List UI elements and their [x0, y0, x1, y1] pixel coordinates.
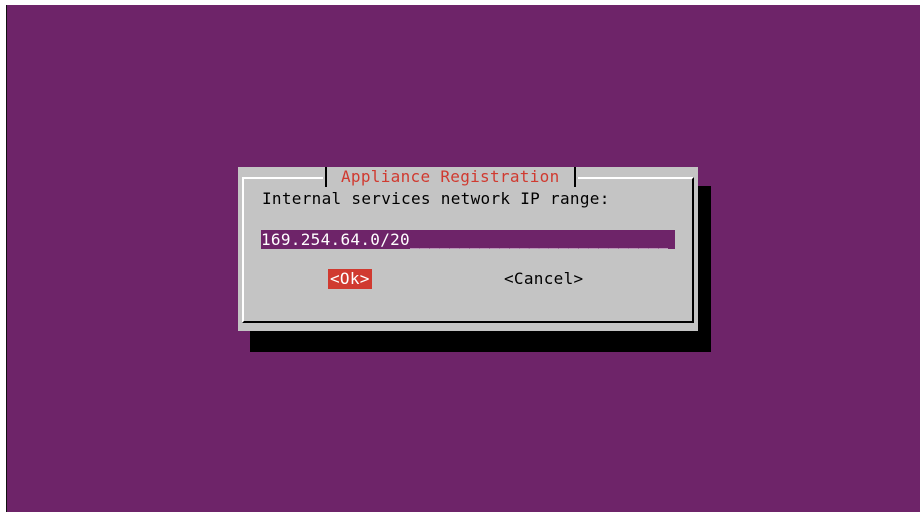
- input-fill: __________________________: [410, 230, 669, 249]
- title-right-cap: [573, 167, 576, 187]
- appliance-registration-dialog: Appliance Registration Internal services…: [238, 167, 698, 331]
- dialog-title-bar: Appliance Registration: [323, 167, 578, 187]
- dialog-title: Appliance Registration: [341, 167, 560, 186]
- ip-range-value: 169.254.64.0/20: [261, 230, 410, 249]
- input-prompt-label: Internal services network IP range:: [262, 189, 610, 208]
- ok-button[interactable]: <Ok>: [328, 269, 372, 289]
- ip-range-input[interactable]: 169.254.64.0/20_________________________…: [261, 230, 675, 249]
- cancel-button[interactable]: <Cancel>: [504, 269, 583, 289]
